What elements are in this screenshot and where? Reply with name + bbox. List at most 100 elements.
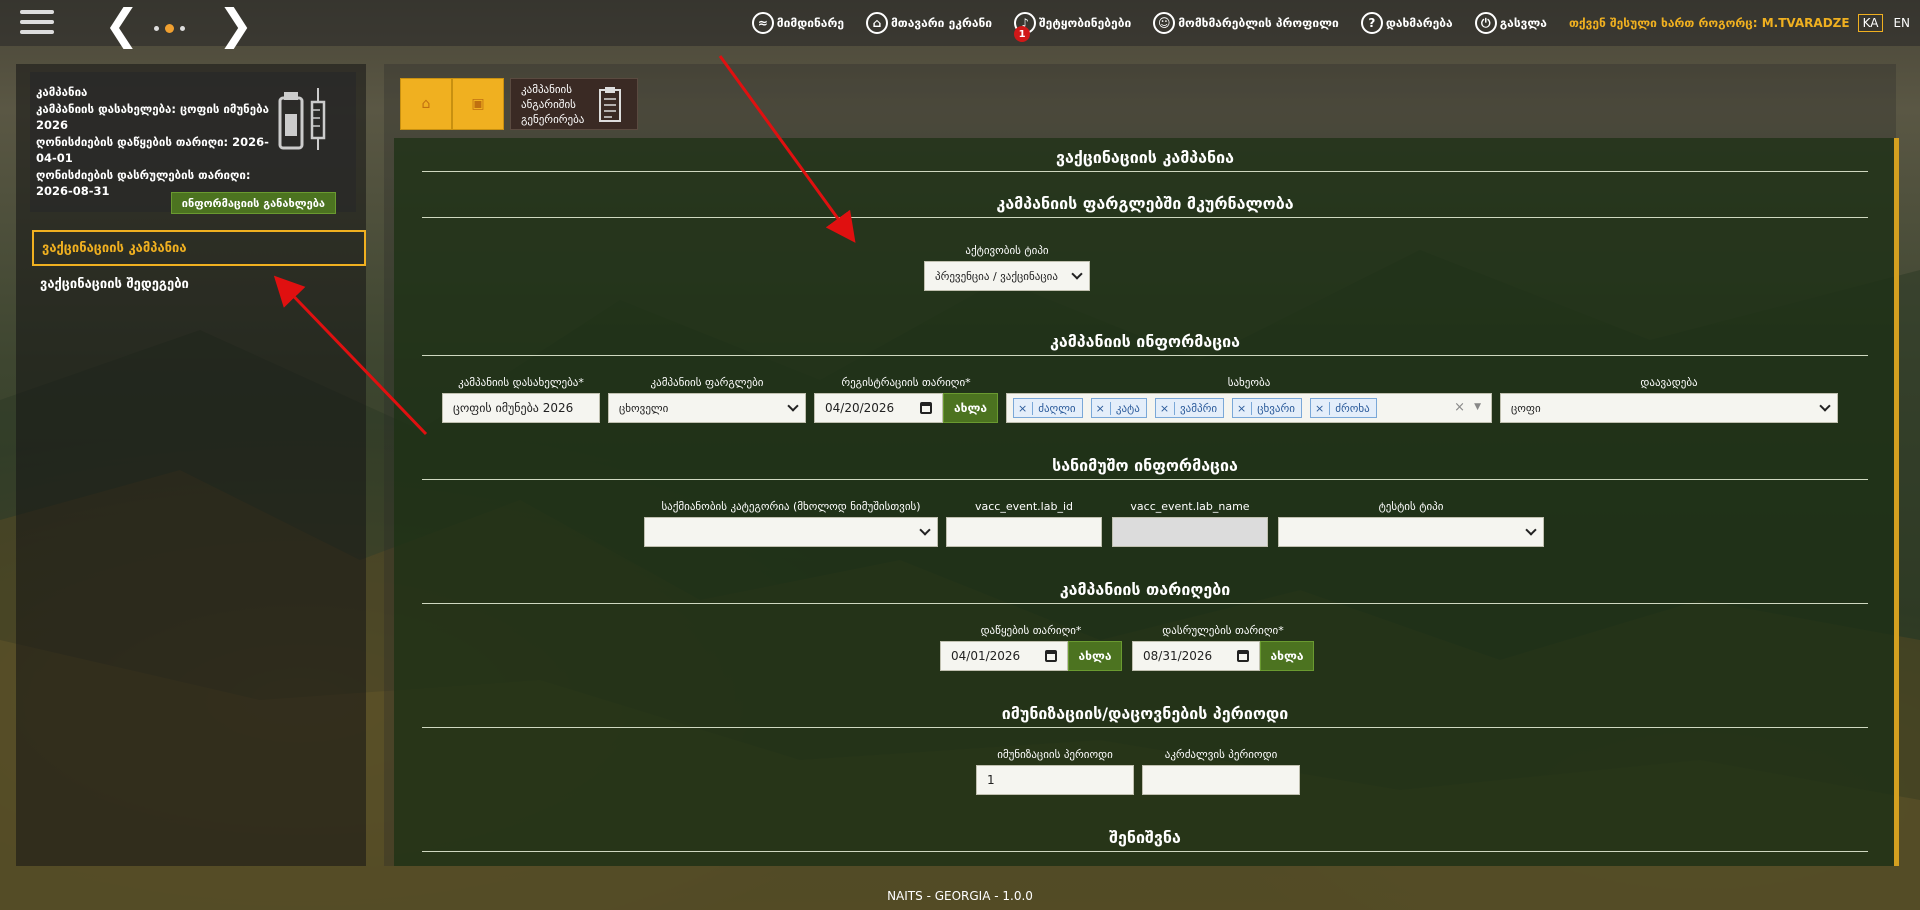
sidebar-item-vaccination-campaign[interactable]: ვაქცინაციის კამპანია — [32, 230, 366, 266]
lang-en-button[interactable]: EN — [1889, 15, 1914, 31]
campaign-scope-select[interactable]: ცხოველი — [608, 393, 806, 423]
start-date-now-button[interactable]: ახლა — [1068, 641, 1122, 671]
activity-category-label: საქმიანობის კატეგორია (მხოლოდ ნიმუშისთვი… — [661, 500, 921, 513]
lang-ka-button[interactable]: KA — [1857, 14, 1884, 32]
campaign-name-field: კამპანიის დასახელება* ცოფის იმუნება 2026 — [442, 376, 600, 423]
dropdown-arrow-icon[interactable]: ▼ — [1474, 402, 1481, 412]
clear-all-icon[interactable]: × — [1454, 400, 1465, 415]
species-tag-label: ცხვარი — [1257, 401, 1295, 415]
refresh-info-button[interactable]: ინფორმაციის განახლება — [170, 192, 336, 214]
logged-user-text: თქვენ შესული ხართ როგორც: M.TVARADZE — [1568, 16, 1850, 30]
report-button-label: კამპანიის ანგარიშის გენერირება — [521, 82, 585, 126]
chevron-down-icon — [1525, 524, 1537, 536]
lab-name-label: vacc_event.lab_name — [1130, 500, 1250, 513]
chevron-down-icon — [919, 524, 931, 536]
species-tag-label: ძაღლი — [1038, 401, 1076, 415]
activity-category-field: საქმიანობის კატეგორია (მხოლოდ ნიმუშისთვი… — [644, 500, 938, 547]
end-date-label: დასრულების თარიღი* — [1162, 624, 1284, 637]
top-item-label: შეტყობინებები — [1039, 16, 1132, 30]
back-arrow-icon[interactable]: ❮ — [104, 4, 139, 46]
lab-name-field: vacc_event.lab_name — [1112, 500, 1268, 547]
remove-tag-icon[interactable]: × — [1237, 401, 1253, 415]
top-menu: ≈ მიმდინარე ⌂ მთავარი ეკრანი ♪ 1 შეტყობი… — [751, 0, 1920, 46]
activity-type-select[interactable]: პრევენცია / ვაქცინაცია — [924, 261, 1090, 291]
activity-category-select[interactable] — [644, 517, 938, 547]
campaign-name-input[interactable]: ცოფის იმუნება 2026 — [442, 393, 600, 423]
top-item-home[interactable]: ⌂ მთავარი ეკრანი — [865, 12, 992, 34]
chevron-down-icon — [1819, 400, 1831, 412]
remove-tag-icon[interactable]: × — [1018, 401, 1034, 415]
end-date-now-button[interactable]: ახლა — [1260, 641, 1314, 671]
registration-date-value: 04/20/2026 — [825, 401, 895, 415]
main-content: ⌂ ▣ კამპანიის ანგარიშის გენერირება ვაქცი… — [384, 64, 1899, 866]
top-bar: ❮ ❯ ≈ მიმდინარე ⌂ მთავარი ეკრანი ♪ 1 შეტ… — [0, 0, 1920, 46]
calendar-icon — [920, 402, 932, 414]
remove-tag-icon[interactable]: × — [1315, 401, 1331, 415]
top-item-ongoing[interactable]: ≈ მიმდინარე — [751, 12, 844, 34]
remove-tag-icon[interactable]: × — [1096, 401, 1111, 415]
campaign-name-label: კამპანიის დასახელება* — [458, 376, 584, 389]
immunization-period-input[interactable]: 1 — [976, 765, 1134, 795]
lab-name-input — [1112, 517, 1268, 547]
generate-report-button[interactable]: კამპანიის ანგარიშის გენერირება — [510, 78, 638, 130]
lab-id-input[interactable] — [946, 517, 1102, 547]
end-date-input[interactable]: 08/31/2026 — [1132, 641, 1260, 671]
immunization-period-label: იმუნიზაციის პერიოდი — [997, 748, 1113, 761]
briefcase-icon: ▣ — [471, 96, 485, 112]
activity-type-field: აქტივობის ტიპი პრევენცია / ვაქცინაცია — [924, 244, 1090, 291]
immunization-period-field: იმუნიზაციის პერიოდი 1 — [976, 748, 1134, 795]
species-tag[interactable]: × ძროხა — [1309, 398, 1377, 418]
start-date-input[interactable]: 04/01/2026 — [940, 641, 1068, 671]
briefcase-button[interactable]: ▣ — [452, 78, 504, 130]
end-date-field: დასრულების თარიღი* 08/31/2026 ახლა — [1132, 624, 1314, 671]
history-dots — [154, 24, 185, 33]
remove-tag-icon[interactable]: × — [1160, 401, 1176, 415]
campaign-name-value: ცოფის იმუნება 2026 — [453, 401, 574, 415]
species-tag[interactable]: × ძაღლი — [1013, 398, 1083, 418]
registration-date-input[interactable]: 04/20/2026 — [814, 393, 943, 423]
campaign-name-line: კამპანიის დასახელება: ცოფის იმუნება 2026 — [36, 101, 269, 133]
disease-select[interactable]: ცოფი — [1500, 393, 1838, 423]
registration-date-field: რეგისტრაციის თარიღი* 04/20/2026 ახლა — [814, 376, 998, 423]
species-tag[interactable]: × ვამპრი — [1154, 398, 1225, 418]
species-field: სახეობა × ძაღლი × კატა × ვამპრი × ცხვარი × ძრ… — [1006, 376, 1492, 423]
ban-period-field: აკრძალვის პერიოდი — [1142, 748, 1300, 795]
campaign-summary-text: კამპანია კამპანიის დასახელება: ცოფის იმუ… — [36, 84, 286, 200]
species-tag[interactable]: × ცხვარი — [1232, 398, 1302, 418]
disease-value: ცოფი — [1511, 401, 1541, 415]
test-type-label: ტესტის ტიპი — [1378, 500, 1444, 513]
activity-type-label: აქტივობის ტიპი — [965, 244, 1049, 257]
menu-icon[interactable] — [20, 10, 54, 38]
species-tag-label: ძროხა — [1335, 401, 1370, 415]
campaign-scope-field: კამპანიის ფარგლები ცხოველი — [608, 376, 806, 423]
campaign-scope-label: კამპანიის ფარგლები — [650, 376, 764, 389]
species-tag-label: კატა — [1115, 401, 1140, 415]
species-tag[interactable]: × კატა — [1090, 398, 1147, 418]
test-type-select[interactable] — [1278, 517, 1544, 547]
registration-date-label: რეგისტრაციის თარიღი* — [841, 376, 971, 389]
forward-arrow-icon[interactable]: ❯ — [218, 4, 253, 46]
scrollbar[interactable] — [1894, 138, 1899, 866]
lab-id-field: vacc_event.lab_id — [946, 500, 1102, 547]
ban-period-label: აკრძალვის პერიოდი — [1164, 748, 1278, 761]
top-item-notifications[interactable]: ♪ 1 შეტყობინებები — [1014, 12, 1132, 42]
top-item-label: დახმარება — [1385, 16, 1453, 30]
help-icon: ? — [1360, 12, 1383, 34]
section-note-title: შენიშვნა — [422, 828, 1868, 852]
start-date-label: დაწყების თარიღი* — [980, 624, 1082, 637]
top-item-help[interactable]: ? დახმარება — [1360, 12, 1453, 34]
top-item-logout[interactable]: ⏻ გასვლა — [1474, 12, 1547, 34]
ban-period-input[interactable] — [1142, 765, 1300, 795]
home-button[interactable]: ⌂ — [400, 78, 452, 130]
home-icon: ⌂ — [421, 96, 431, 112]
top-item-profile[interactable]: ☺ მომხმარებლის პროფილი — [1153, 12, 1339, 34]
clipboard-icon — [599, 87, 621, 122]
species-multiselect[interactable]: × ძაღლი × კატა × ვამპრი × ცხვარი × ძროხა × ▼ — [1006, 393, 1492, 423]
sidebar-menu: ვაქცინაციის კამპანია ვაქცინაციის შედეგებ… — [32, 230, 366, 302]
section-campaign-info-title: კამპანიის ინფორმაცია — [422, 332, 1868, 356]
section-dates-title: კამპანიის თარიღები — [422, 580, 1868, 604]
form-title: ვაქცინაციის კამპანია — [422, 148, 1868, 172]
registration-date-now-button[interactable]: ახლა — [943, 393, 998, 423]
lab-id-label: vacc_event.lab_id — [975, 500, 1073, 513]
sidebar-item-vaccination-results[interactable]: ვაქცინაციის შედეგები — [32, 266, 366, 302]
